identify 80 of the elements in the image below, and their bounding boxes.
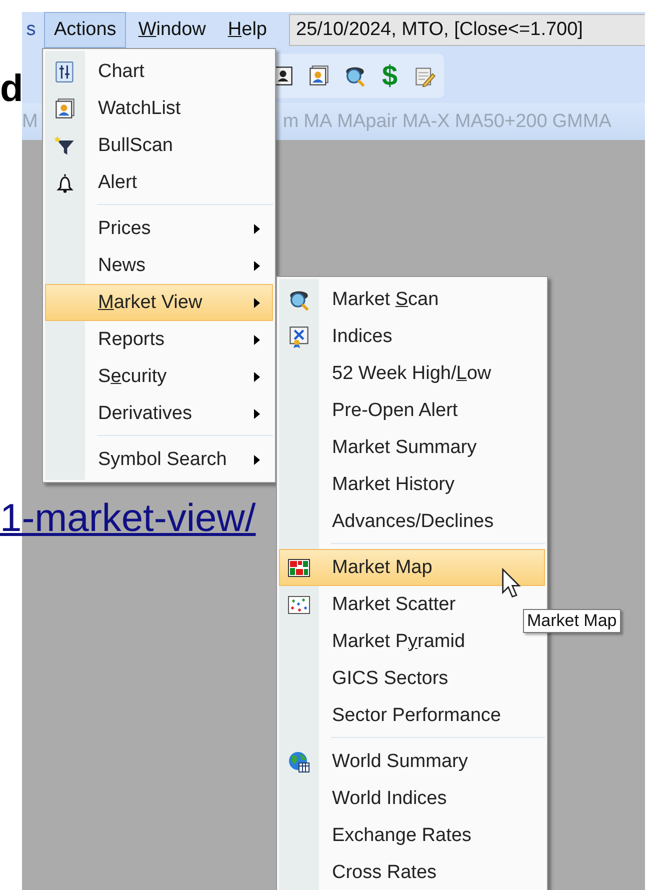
menu-item[interactable]: Market View	[45, 284, 273, 321]
menu-item[interactable]: World Indices	[279, 780, 545, 817]
menu-item-label: Indices	[332, 326, 394, 348]
menu-item[interactable]: Chart	[45, 53, 273, 90]
menu-item-label: BullScan	[98, 134, 174, 156]
certificate-icon	[288, 326, 310, 348]
magnifier-icon	[288, 288, 310, 310]
menu-item[interactable]: GICS Sectors	[279, 660, 545, 697]
menu-item-label: Market History	[332, 474, 456, 496]
submenu-arrow-icon	[254, 260, 260, 270]
menu-item[interactable]: Alert	[45, 164, 273, 201]
menu-item-label: Sector Performance	[332, 704, 502, 726]
menu-bar-item[interactable]: Window	[128, 12, 216, 48]
menu-item-label: Market Scatter	[332, 594, 457, 616]
menu-item-label: News	[98, 254, 147, 276]
menu-item[interactable]: Derivatives	[45, 395, 273, 432]
submenu-arrow-icon	[254, 372, 260, 382]
funnel-icon	[54, 134, 76, 156]
menu-item[interactable]: 52 Week High/Low	[279, 355, 545, 392]
tooltip: Market Map	[523, 609, 621, 633]
menu-item-label: GICS Sectors	[332, 668, 450, 690]
menu-item-label: Cross Rates	[332, 862, 438, 884]
menu-item[interactable]: Symbol Search	[45, 441, 273, 478]
menu-bar-item[interactable]: s	[22, 12, 42, 48]
market-map-icon	[288, 556, 310, 578]
menu-item[interactable]: BullScan	[45, 127, 273, 164]
menu-item-label: Symbol Search	[98, 448, 228, 470]
menu-item-label: Prices	[98, 218, 152, 240]
menu-item-label: Market Pyramid	[332, 630, 466, 652]
menu-item-label: Market Scan	[332, 288, 440, 310]
menu-item[interactable]: Sector Performance	[279, 697, 545, 734]
menu-item-label: Market View	[98, 292, 204, 314]
menu-item-label: Market Map	[332, 556, 434, 578]
menu-item[interactable]: News	[45, 247, 273, 284]
globe-icon	[288, 750, 310, 772]
menu-item[interactable]: Cross Rates	[279, 854, 545, 890]
scatter-plot-icon	[288, 594, 310, 616]
menu-item[interactable]: Reports	[45, 321, 273, 358]
mouse-pointer-icon	[500, 568, 522, 598]
menu-item[interactable]: Prices	[45, 210, 273, 247]
menu-item[interactable]: Market Summary	[279, 429, 545, 466]
menu-item[interactable]: World Summary	[279, 743, 545, 780]
currency-button[interactable]: $	[380, 60, 400, 92]
menu-item[interactable]: Security	[45, 358, 273, 395]
menu-item[interactable]: Indices	[279, 318, 545, 355]
menu-item-label: Derivatives	[98, 402, 193, 424]
menu-item[interactable]: Market Map	[279, 549, 545, 586]
menu-item-label: Reports	[98, 328, 166, 350]
menu-item-label: World Indices	[332, 788, 448, 810]
status-field: 25/10/2024, MTO, [Close<=1.700]	[289, 14, 645, 46]
submenu-arrow-icon	[254, 224, 260, 234]
portrait-card-icon	[54, 98, 76, 120]
menu-item[interactable]: Market History	[279, 466, 545, 503]
menu-item[interactable]: Pre-Open Alert	[279, 392, 545, 429]
menu-item-label: World Summary	[332, 750, 469, 772]
menu-item[interactable]: Market Scan	[279, 281, 545, 318]
chart-icon	[54, 60, 76, 82]
menu-bar-item[interactable]: Help	[218, 12, 277, 48]
submenu-arrow-icon	[254, 408, 260, 418]
menu-item[interactable]: Exchange Rates	[279, 817, 545, 854]
menu-item-label: Exchange Rates	[332, 824, 472, 846]
menu-item-label: Pre-Open Alert	[332, 400, 459, 422]
portrait-card-icon	[308, 64, 330, 86]
submenu-arrow-icon	[254, 298, 260, 308]
menu-item[interactable]: Advances/Declines	[279, 503, 545, 540]
menu-item-label: Security	[98, 366, 168, 388]
menu-bar-item[interactable]: Actions	[44, 12, 126, 48]
menu-item-label: Market Summary	[332, 436, 478, 458]
menu-item-label: WatchList	[98, 98, 182, 120]
page-link[interactable]: 1-market-view/	[0, 497, 256, 541]
submenu-arrow-icon	[254, 334, 260, 344]
menu-item-label: 52 Week High/Low	[332, 362, 492, 384]
heading-letter: d	[0, 70, 24, 108]
menu-item[interactable]: WatchList	[45, 90, 273, 127]
menu-item-label: Alert	[98, 172, 138, 194]
submenu-arrow-icon	[254, 454, 260, 464]
menu-item-label: Advances/Declines	[332, 510, 495, 532]
menu-item-label: Chart	[98, 60, 146, 82]
bell-icon	[54, 172, 76, 194]
magnifier-icon	[344, 64, 366, 86]
